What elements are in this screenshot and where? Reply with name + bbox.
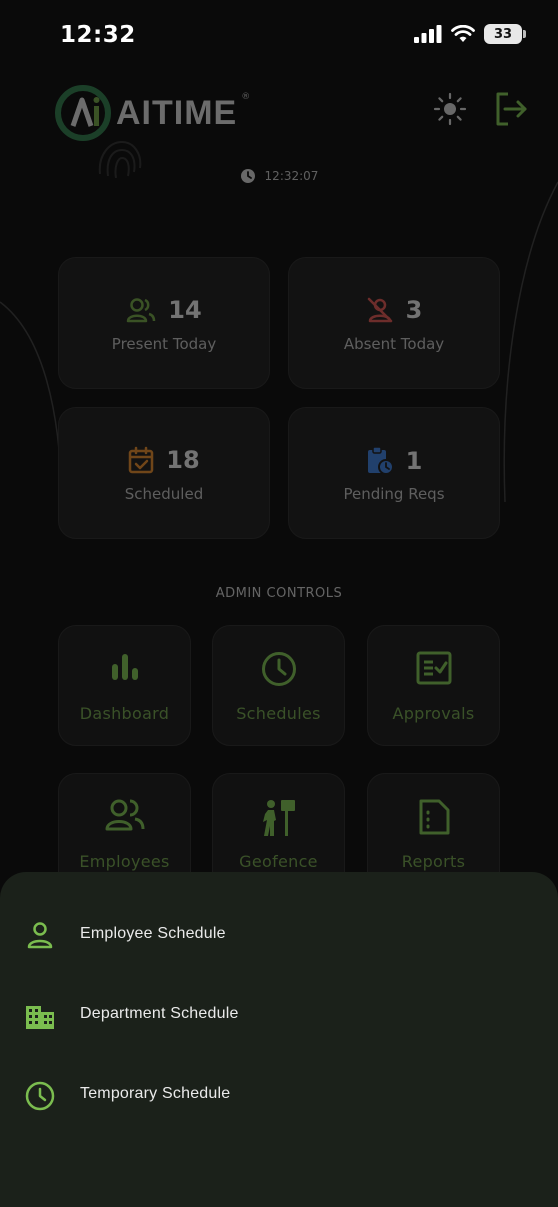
- tile-schedules[interactable]: Schedules: [212, 625, 345, 746]
- checklist-icon: [416, 651, 451, 685]
- live-clock: 12:32:07: [0, 168, 558, 184]
- app-screen: 12:32 33 AITIME ® 12:32:07 14 Present To…: [0, 0, 558, 1207]
- stat-card-absent[interactable]: 3 Absent Today: [288, 257, 500, 389]
- people-icon: [127, 298, 156, 323]
- stat-card-scheduled[interactable]: 18 Scheduled: [58, 407, 270, 539]
- stat-card-present[interactable]: 14 Present Today: [58, 257, 270, 389]
- theme-toggle-icon[interactable]: [431, 90, 469, 128]
- clock-icon: [25, 1081, 55, 1111]
- tile-label: Geofence: [239, 852, 318, 871]
- person-off-icon: [367, 297, 392, 323]
- sheet-item-label: Employee Schedule: [80, 925, 226, 942]
- brand-name: AITIME: [116, 93, 238, 132]
- section-title-admin: ADMIN CONTROLS: [215, 586, 343, 601]
- stat-label: Pending Reqs: [343, 485, 445, 503]
- sheet-item-label: Temporary Schedule: [80, 1085, 231, 1102]
- sheet-item-temporary-schedule[interactable]: Temporary Schedule: [0, 1065, 558, 1125]
- app-logo: AITIME ®: [54, 84, 250, 142]
- tile-approvals[interactable]: Approvals: [367, 625, 500, 746]
- tile-label: Approvals: [392, 704, 475, 723]
- status-icons: 33: [414, 24, 526, 44]
- stat-label: Absent Today: [343, 335, 445, 353]
- clock-icon: [240, 169, 255, 183]
- tile-label: Dashboard: [79, 704, 170, 723]
- wifi-icon: [451, 25, 475, 42]
- people-icon: [105, 799, 144, 831]
- stat-card-pending[interactable]: 1 Pending Reqs: [288, 407, 500, 539]
- stat-label: Scheduled: [124, 485, 204, 503]
- stat-value: 1: [405, 447, 423, 475]
- sheet-item-employee-schedule[interactable]: Employee Schedule: [0, 905, 558, 965]
- status-time: 12:32: [60, 22, 136, 48]
- status-bar: 12:32 33: [0, 0, 558, 72]
- bar-chart-icon: [111, 654, 138, 680]
- stat-value: 14: [168, 296, 202, 324]
- clipboard-clock-icon: [367, 446, 394, 475]
- clock-icon: [261, 652, 296, 686]
- person-icon: [27, 922, 53, 949]
- tile-label: Schedules: [236, 704, 321, 723]
- person-sign-icon: [262, 800, 295, 836]
- clock-time: 12:32:07: [264, 169, 319, 183]
- schedule-bottom-sheet: Employee Schedule Department Schedule Te…: [0, 872, 558, 1207]
- sheet-item-label: Department Schedule: [80, 1005, 239, 1022]
- battery-indicator: 33: [484, 24, 526, 44]
- stat-label: Present Today: [111, 335, 217, 353]
- calendar-check-icon: [129, 446, 154, 474]
- tile-label: Reports: [401, 852, 466, 871]
- registered-mark: ®: [241, 92, 251, 102]
- tile-label: Employees: [79, 852, 170, 871]
- logout-icon[interactable]: [492, 90, 530, 128]
- sheet-item-department-schedule[interactable]: Department Schedule: [0, 985, 558, 1045]
- document-icon: [419, 799, 449, 835]
- building-icon: [26, 1006, 54, 1029]
- signal-icon: [414, 25, 442, 43]
- tile-dashboard[interactable]: Dashboard: [58, 625, 191, 746]
- stat-value: 18: [166, 446, 200, 474]
- stat-value: 3: [405, 296, 423, 324]
- battery-level: 33: [493, 26, 513, 42]
